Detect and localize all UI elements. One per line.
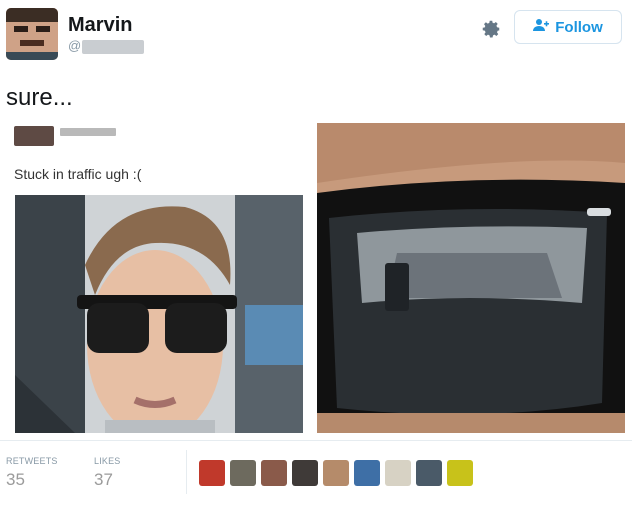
add-user-icon bbox=[533, 18, 550, 36]
stats-divider bbox=[0, 440, 632, 441]
retweets-count[interactable]: 35 bbox=[6, 470, 25, 490]
liker-avatar-7[interactable] bbox=[385, 460, 411, 486]
author-avatar[interactable] bbox=[6, 8, 58, 60]
liker-avatar-4[interactable] bbox=[292, 460, 318, 486]
liker-avatar-1[interactable] bbox=[199, 460, 225, 486]
liker-avatar-6[interactable] bbox=[354, 460, 380, 486]
tweet-text: sure... bbox=[6, 84, 73, 111]
likes-label: LIKES bbox=[94, 456, 121, 466]
liker-avatar-8[interactable] bbox=[416, 460, 442, 486]
author-display-name[interactable]: Marvin bbox=[68, 14, 132, 37]
likes-count[interactable]: 37 bbox=[94, 470, 113, 490]
stats-separator bbox=[186, 450, 187, 494]
gear-icon[interactable] bbox=[480, 18, 502, 40]
embedded-handle-redacted bbox=[60, 128, 116, 136]
liker-avatar-9[interactable] bbox=[447, 460, 473, 486]
follow-button-label: Follow bbox=[555, 18, 603, 36]
embedded-author-avatar bbox=[14, 126, 54, 146]
retweets-label: RETWEETS bbox=[6, 456, 58, 466]
liker-avatar-3[interactable] bbox=[261, 460, 287, 486]
sunglasses-closeup-photo bbox=[317, 123, 625, 433]
follow-button[interactable]: Follow bbox=[514, 10, 622, 44]
author-handle-prefix: @ bbox=[68, 38, 82, 53]
embedded-tweet-text: Stuck in traffic ugh :( bbox=[14, 166, 142, 182]
author-handle-redacted bbox=[82, 40, 144, 54]
liker-avatar-5[interactable] bbox=[323, 460, 349, 486]
selfie-photo bbox=[15, 195, 303, 433]
liker-avatar-2[interactable] bbox=[230, 460, 256, 486]
